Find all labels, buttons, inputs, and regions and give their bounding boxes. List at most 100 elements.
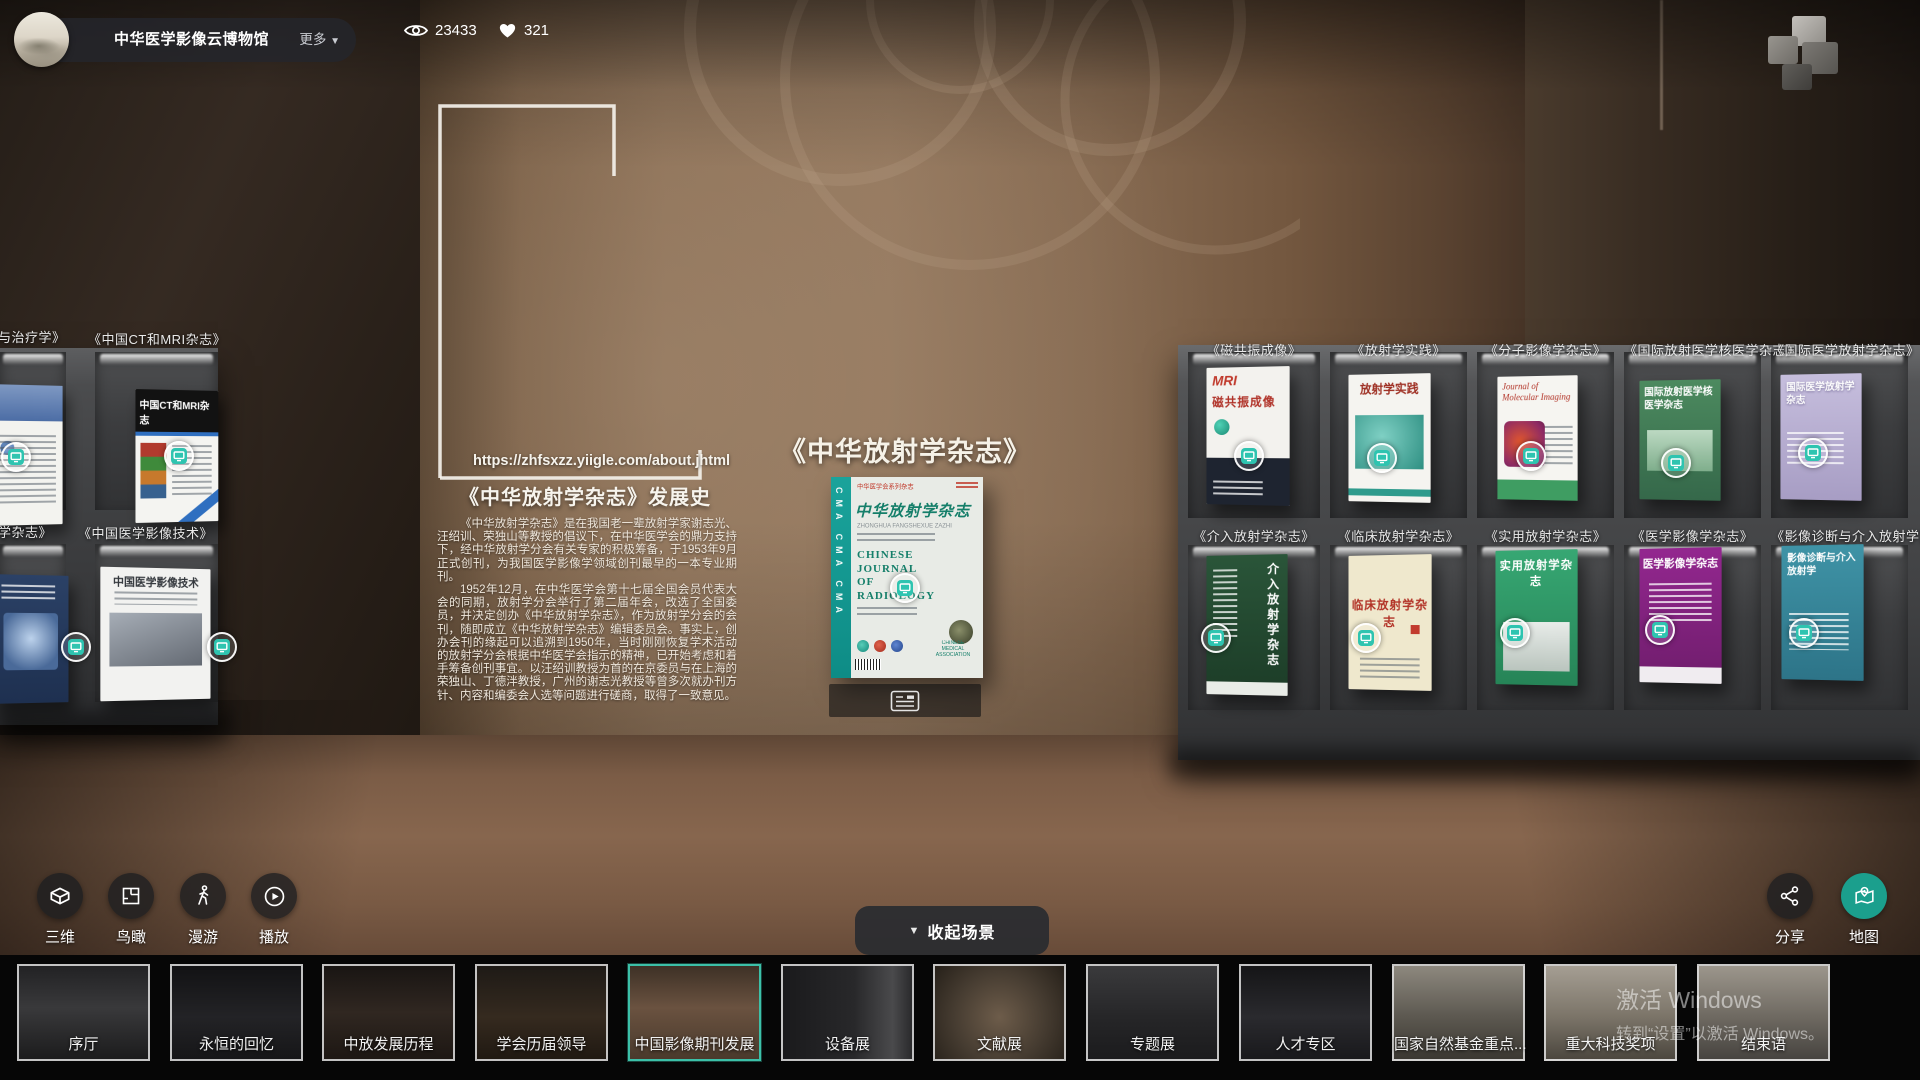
scene-thumbnail[interactable]: 专题展 — [1086, 964, 1219, 1061]
view-count: 23433 — [404, 22, 477, 39]
scene-thumbnail[interactable]: 中放发展历程 — [322, 964, 455, 1061]
like-count[interactable]: 321 — [498, 22, 549, 39]
journal-hotspot[interactable] — [207, 632, 237, 662]
chevron-down-icon: ▼ — [330, 36, 340, 47]
scene-thumbnail[interactable]: 永恒的回忆 — [170, 964, 303, 1061]
scene-label: 永恒的回忆 — [172, 1033, 301, 1054]
screen-icon — [8, 449, 24, 465]
history-heading: 《中华放射学杂志》发展史 — [437, 481, 733, 510]
scene-thumbnail[interactable]: 人才专区 — [1239, 964, 1372, 1061]
more-menu-button[interactable]: 更多 ▼ — [299, 18, 340, 64]
scene-thumbnail-selected[interactable]: 中国影像期刊发展 — [628, 964, 761, 1061]
map-label: 地图 — [1829, 926, 1899, 947]
cover-volume-lines — [956, 482, 978, 490]
screen-icon — [1208, 630, 1224, 646]
cover-accent-bar — [1348, 488, 1430, 496]
journal-hotspot[interactable] — [1789, 618, 1819, 648]
exhibit-plaque[interactable] — [829, 684, 981, 717]
cover-spine: CMA CMA CMA — [831, 477, 851, 678]
scene-thumbnail[interactable]: 学会历届领导 — [475, 964, 608, 1061]
journal-cover[interactable]: Journal of Molecular Imaging — [1497, 375, 1577, 501]
virtual-museum-scene: 与治疗学》 《中国CT和MRI杂志》 学杂志》 《中国医学影像技术》 中国CT和… — [0, 0, 1920, 1080]
journal-cover[interactable]: 医学影像学杂志 — [1639, 547, 1721, 684]
journal-hotspot[interactable] — [1645, 615, 1675, 645]
screen-icon — [1241, 448, 1257, 464]
collapse-scenes-button[interactable]: ▼ 收起场景 — [855, 906, 1049, 955]
like-count-value: 321 — [524, 22, 549, 39]
journal-shelf-label: 与治疗学》 — [0, 327, 66, 346]
play-label: 播放 — [239, 926, 309, 947]
journal-hotspot[interactable] — [1234, 441, 1264, 471]
journal-hotspot[interactable] — [164, 441, 194, 471]
share-button[interactable] — [1767, 873, 1813, 919]
cover-pinyin: ZHONGHUA FANGSHEXUE ZAZHI — [857, 523, 952, 529]
heart-icon — [498, 22, 517, 39]
journal-hotspot[interactable] — [1, 442, 31, 472]
cover-footer — [1206, 681, 1287, 696]
scene-thumbnail[interactable]: 重大科技奖项 — [1544, 964, 1677, 1061]
birds-eye-button[interactable] — [108, 873, 154, 919]
journal-shelf-label: 《医学影像学杂志》 — [1624, 526, 1761, 545]
walkthrough-label: 漫游 — [168, 926, 238, 947]
eye-icon — [404, 22, 428, 39]
cover-title: 国际放射医学核医学杂志 — [1644, 385, 1719, 412]
journal-hotspot[interactable] — [1500, 618, 1530, 648]
journal-cover[interactable]: 实用放射学杂志 — [1495, 549, 1577, 686]
journal-shelf-label: 《磁共振成像》 — [1188, 340, 1320, 359]
map-button[interactable] — [1841, 873, 1887, 919]
share-label: 分享 — [1755, 926, 1825, 947]
featured-journal-hotspot[interactable] — [890, 573, 920, 603]
journal-cover[interactable]: 影像诊断与介入放射学 — [1781, 544, 1863, 681]
cover-text-lines — [857, 533, 935, 543]
journal-shelf-label: 《分子影像学杂志》 — [1477, 340, 1614, 359]
scene-label: 人才专区 — [1241, 1033, 1370, 1054]
scene-thumbnail[interactable]: 文献展 — [933, 964, 1066, 1061]
journal-shelf-label: 《中国医学影像技术》 — [78, 523, 210, 542]
journal-hotspot[interactable] — [1351, 623, 1381, 653]
scene-label: 专题展 — [1088, 1033, 1217, 1054]
journal-hotspot[interactable] — [1367, 443, 1397, 473]
journal-cover[interactable]: 国际放射医学核医学杂志 — [1639, 379, 1720, 501]
journal-cover[interactable]: 中国医学影像技术 — [100, 567, 210, 702]
journal-shelf-label: 《国际放射医学核医学杂志》 — [1624, 340, 1761, 359]
scene-label: 结束语 — [1699, 1033, 1828, 1054]
screen-icon — [171, 448, 187, 464]
journal-cover[interactable]: 国际医学放射学杂志 — [1780, 373, 1861, 501]
scene-thumbnail[interactable]: 国家自然基金重点... — [1392, 964, 1525, 1061]
journal-hotspot[interactable] — [1201, 623, 1231, 653]
scene-label: 设备展 — [783, 1033, 912, 1054]
cover-title: 医学影像学杂志 — [1639, 554, 1721, 571]
cover-header — [0, 384, 63, 422]
screen-icon — [897, 580, 913, 596]
museum-avatar[interactable] — [14, 12, 69, 67]
cover-footer — [1639, 666, 1721, 684]
cover-image — [3, 613, 58, 670]
cover-title: 磁共振成像 — [1212, 393, 1275, 411]
journal-about-url[interactable]: https://zhfsxzz.yiigle.com/about.jhtml — [473, 453, 743, 469]
journal-hotspot[interactable] — [1516, 441, 1546, 471]
scene-thumbnail[interactable]: 结束语 — [1697, 964, 1830, 1061]
cover-image-strip — [140, 443, 166, 499]
cover-series-label: 中华医学会系列杂志 — [857, 482, 914, 491]
journal-cover[interactable] — [0, 574, 68, 704]
screen-icon — [214, 639, 230, 655]
journal-cover[interactable]: 临床放射学杂志 — [1348, 554, 1431, 691]
journal-hotspot[interactable] — [61, 632, 91, 662]
journal-cover[interactable]: MRI 磁共振成像 — [1206, 366, 1289, 506]
scene-thumbnail[interactable]: 设备展 — [781, 964, 914, 1061]
walkthrough-button[interactable] — [180, 873, 226, 919]
scene-label: 序厅 — [19, 1033, 148, 1054]
view-3d-button[interactable] — [37, 873, 83, 919]
left-shelf-shadow — [0, 712, 230, 738]
journal-shelf-label: 《影像诊断与介入放射学》 — [1771, 526, 1908, 545]
journal-hotspot[interactable] — [1798, 438, 1828, 468]
journal-shelf-label: 《介入放射学杂志》 — [1188, 526, 1320, 545]
journal-cover[interactable]: 放射学实践 — [1348, 373, 1430, 503]
scene-thumbnail[interactable]: 序厅 — [17, 964, 150, 1061]
journal-hotspot[interactable] — [1661, 448, 1691, 478]
screen-icon — [1652, 622, 1668, 638]
play-button[interactable] — [251, 873, 297, 919]
walking-person-icon — [191, 883, 215, 909]
cma-association-text: CHINESE MEDICAL ASSOCIATION — [931, 641, 975, 659]
screen-icon — [1358, 630, 1374, 646]
